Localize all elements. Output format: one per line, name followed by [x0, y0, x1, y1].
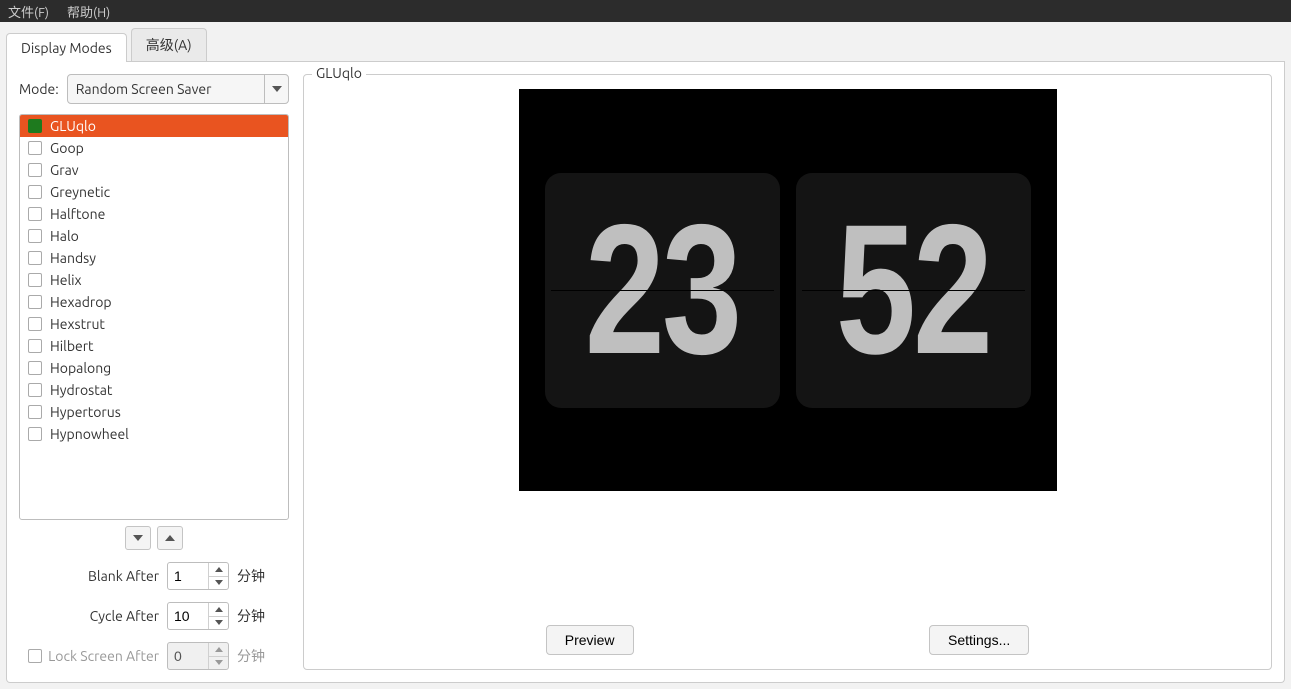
- list-item-label: Hypnowheel: [50, 426, 129, 442]
- lock-after-spinner: [167, 642, 229, 670]
- spinner-up-icon[interactable]: [209, 603, 228, 617]
- mode-row: Mode: Random Screen Saver: [19, 74, 289, 104]
- flip-clock-hours: 23: [545, 173, 780, 408]
- lock-after-label: Lock Screen After: [48, 648, 159, 664]
- lock-after-unit: 分钟: [237, 646, 265, 666]
- preview-buttons: Preview Settings...: [318, 625, 1257, 655]
- menu-help[interactable]: 帮助(H): [67, 2, 110, 21]
- cycle-after-label: Cycle After: [19, 608, 159, 624]
- list-item-label: Hopalong: [50, 360, 111, 376]
- spinner-down-icon: [209, 657, 228, 670]
- blank-after-spinner[interactable]: [167, 562, 229, 590]
- tab-display-modes[interactable]: Display Modes: [6, 33, 127, 62]
- list-item[interactable]: Handsy: [20, 247, 288, 269]
- move-up-button[interactable]: [157, 526, 183, 550]
- lock-after-input: [168, 643, 208, 669]
- checkbox-icon[interactable]: [28, 427, 42, 441]
- screensaver-list[interactable]: GLUqlo Goop Grav Greynetic Halftone Halo Hands…: [19, 114, 289, 520]
- blank-after-row: Blank After 分钟: [19, 562, 289, 590]
- list-item-label: Hydrostat: [50, 382, 112, 398]
- list-item-label: Greynetic: [50, 184, 110, 200]
- list-item-label: Grav: [50, 162, 79, 178]
- checkbox-icon[interactable]: [28, 251, 42, 265]
- preview-area: 23 52: [318, 89, 1257, 595]
- reorder-buttons: [19, 526, 289, 550]
- checkbox-icon[interactable]: [28, 141, 42, 155]
- checkbox-icon[interactable]: [28, 295, 42, 309]
- list-item[interactable]: Hydrostat: [20, 379, 288, 401]
- checkbox-icon[interactable]: [28, 361, 42, 375]
- move-down-button[interactable]: [125, 526, 151, 550]
- cycle-after-unit: 分钟: [237, 606, 265, 626]
- tabs: Display Modes 高级(A): [6, 28, 1285, 62]
- checkbox-icon[interactable]: [28, 163, 42, 177]
- chevron-down-icon: [264, 75, 288, 103]
- flip-clock-minutes: 52: [796, 173, 1031, 408]
- screensaver-preview: 23 52: [519, 89, 1057, 491]
- preview-frame: GLUqlo 23 52 Preview Settings...: [303, 74, 1272, 670]
- list-item-label: Hexstrut: [50, 316, 105, 332]
- list-item[interactable]: Grav: [20, 159, 288, 181]
- list-item-label: GLUqlo: [50, 118, 96, 134]
- menu-file[interactable]: 文件(F): [8, 2, 49, 21]
- clock-minutes-digit: 52: [836, 184, 990, 396]
- cycle-after-spinner[interactable]: [167, 602, 229, 630]
- cycle-after-input[interactable]: [168, 603, 208, 629]
- list-item-label: Halftone: [50, 206, 105, 222]
- spinner-up-icon[interactable]: [209, 563, 228, 577]
- list-item[interactable]: Halo: [20, 225, 288, 247]
- settings-button[interactable]: Settings...: [929, 625, 1029, 655]
- blank-after-unit: 分钟: [237, 566, 265, 586]
- mode-combobox[interactable]: Random Screen Saver: [67, 74, 289, 104]
- lock-after-label-wrap: Lock Screen After: [19, 648, 159, 664]
- left-column: Mode: Random Screen Saver GLUqlo Goop Grav…: [19, 74, 289, 670]
- list-item[interactable]: Hypertorus: [20, 401, 288, 423]
- list-item-label: Hilbert: [50, 338, 94, 354]
- list-item-label: Helix: [50, 272, 82, 288]
- list-item[interactable]: Hypnowheel: [20, 423, 288, 445]
- checkbox-icon[interactable]: [28, 383, 42, 397]
- menubar: 文件(F) 帮助(H): [0, 0, 1291, 22]
- list-item-label: Hypertorus: [50, 404, 121, 420]
- list-item[interactable]: Goop: [20, 137, 288, 159]
- checkbox-icon[interactable]: [28, 207, 42, 221]
- blank-after-label: Blank After: [19, 568, 159, 584]
- spinner-down-icon[interactable]: [209, 617, 228, 630]
- right-column: GLUqlo 23 52 Preview Settings...: [303, 74, 1272, 670]
- checkbox-icon[interactable]: [28, 317, 42, 331]
- checkbox-icon[interactable]: [28, 229, 42, 243]
- checkbox-icon[interactable]: [28, 119, 42, 133]
- lock-after-row: Lock Screen After 分钟: [19, 642, 289, 670]
- mode-label: Mode:: [19, 81, 59, 97]
- list-item-label: Hexadrop: [50, 294, 112, 310]
- checkbox-icon[interactable]: [28, 405, 42, 419]
- cycle-after-row: Cycle After 分钟: [19, 602, 289, 630]
- list-item[interactable]: Greynetic: [20, 181, 288, 203]
- list-item[interactable]: Halftone: [20, 203, 288, 225]
- tab-panel: Mode: Random Screen Saver GLUqlo Goop Grav…: [6, 62, 1285, 683]
- spinner-up-icon: [209, 643, 228, 657]
- clock-hours-digit: 23: [585, 184, 739, 396]
- blank-after-input[interactable]: [168, 563, 208, 589]
- list-item[interactable]: Hexadrop: [20, 291, 288, 313]
- spinner-down-icon[interactable]: [209, 577, 228, 590]
- checkbox-icon[interactable]: [28, 339, 42, 353]
- checkbox-icon[interactable]: [28, 185, 42, 199]
- preview-legend: GLUqlo: [312, 65, 366, 81]
- lock-after-checkbox[interactable]: [28, 649, 42, 663]
- list-item[interactable]: Hopalong: [20, 357, 288, 379]
- tab-advanced[interactable]: 高级(A): [131, 28, 207, 61]
- preview-button[interactable]: Preview: [546, 625, 634, 655]
- list-item[interactable]: Hexstrut: [20, 313, 288, 335]
- list-item[interactable]: Helix: [20, 269, 288, 291]
- checkbox-icon[interactable]: [28, 273, 42, 287]
- mode-combobox-value: Random Screen Saver: [68, 75, 264, 103]
- list-item-label: Goop: [50, 140, 84, 156]
- list-item-label: Handsy: [50, 250, 96, 266]
- list-item[interactable]: Hilbert: [20, 335, 288, 357]
- window: Display Modes 高级(A) Mode: Random Screen …: [0, 22, 1291, 689]
- list-item-label: Halo: [50, 228, 79, 244]
- list-item[interactable]: GLUqlo: [20, 115, 288, 137]
